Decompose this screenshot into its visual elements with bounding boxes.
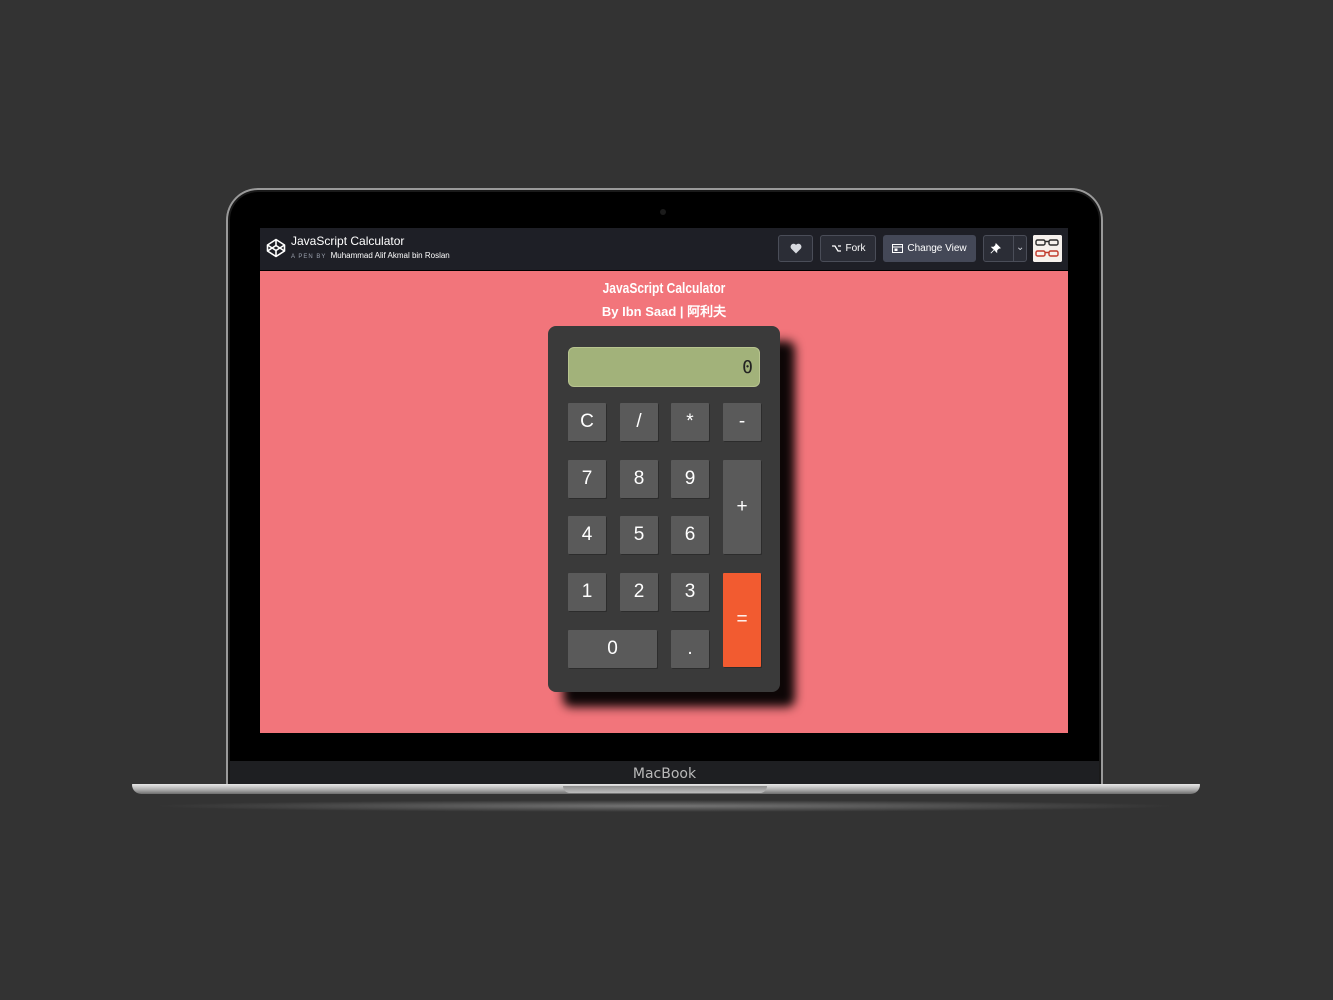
laptop-notch bbox=[563, 786, 767, 793]
chevron-down-icon[interactable]: ⌄ bbox=[1016, 242, 1024, 253]
heart-button[interactable] bbox=[778, 235, 813, 262]
key-divide[interactable]: / bbox=[620, 403, 658, 441]
fork-button[interactable]: Fork bbox=[820, 235, 876, 262]
pen-title[interactable]: JavaScript Calculator bbox=[291, 234, 404, 248]
key-5[interactable]: 5 bbox=[620, 516, 658, 554]
key-4[interactable]: 4 bbox=[568, 516, 606, 554]
author-link[interactable]: Muhammad Alif Akmal bin Roslan bbox=[331, 251, 450, 260]
pen-author-line: A PEN BY Muhammad Alif Akmal bin Roslan bbox=[291, 251, 450, 260]
heart-icon bbox=[790, 243, 801, 254]
fork-icon bbox=[831, 244, 841, 252]
calculator-display: 0 bbox=[568, 347, 760, 387]
key-1[interactable]: 1 bbox=[568, 573, 606, 611]
pin-button[interactable]: ⌄ bbox=[983, 235, 1027, 262]
key-decimal[interactable]: . bbox=[671, 630, 709, 668]
pin-icon bbox=[990, 243, 1001, 254]
key-clear[interactable]: C bbox=[568, 403, 606, 441]
change-view-button[interactable]: Change View bbox=[883, 235, 976, 262]
laptop-shadow bbox=[150, 800, 1180, 812]
page-subtitle: By Ibn Saad | 阿利夫 bbox=[601, 304, 727, 319]
glasses-avatar-icon bbox=[1033, 235, 1062, 262]
change-view-label: Change View bbox=[907, 243, 967, 254]
key-6[interactable]: 6 bbox=[671, 516, 709, 554]
key-0[interactable]: 0 bbox=[568, 630, 657, 668]
camera bbox=[660, 209, 666, 215]
fork-label: Fork bbox=[845, 243, 866, 254]
key-3[interactable]: 3 bbox=[671, 573, 709, 611]
calculator: 0 C / * - 7 8 9 + 4 5 6 1 2 3 = 0 . bbox=[548, 326, 780, 692]
key-7[interactable]: 7 bbox=[568, 460, 606, 498]
key-add[interactable]: + bbox=[723, 460, 761, 554]
layout-icon bbox=[892, 244, 904, 253]
pen-by-prefix: A PEN BY bbox=[291, 254, 327, 260]
key-8[interactable]: 8 bbox=[620, 460, 658, 498]
codepen-header: JavaScript Calculator A PEN BY Muhammad … bbox=[260, 228, 1068, 271]
page-title: JavaScript Calculator bbox=[602, 280, 726, 297]
pin-divider bbox=[1013, 236, 1014, 261]
key-subtract[interactable]: - bbox=[723, 403, 761, 441]
browser-screen: JavaScript Calculator A PEN BY Muhammad … bbox=[260, 228, 1068, 733]
user-avatar[interactable] bbox=[1033, 235, 1062, 262]
key-2[interactable]: 2 bbox=[620, 573, 658, 611]
key-multiply[interactable]: * bbox=[671, 403, 709, 441]
key-9[interactable]: 9 bbox=[671, 460, 709, 498]
key-equals[interactable]: = bbox=[723, 573, 761, 667]
codepen-logo-icon[interactable] bbox=[266, 238, 286, 258]
